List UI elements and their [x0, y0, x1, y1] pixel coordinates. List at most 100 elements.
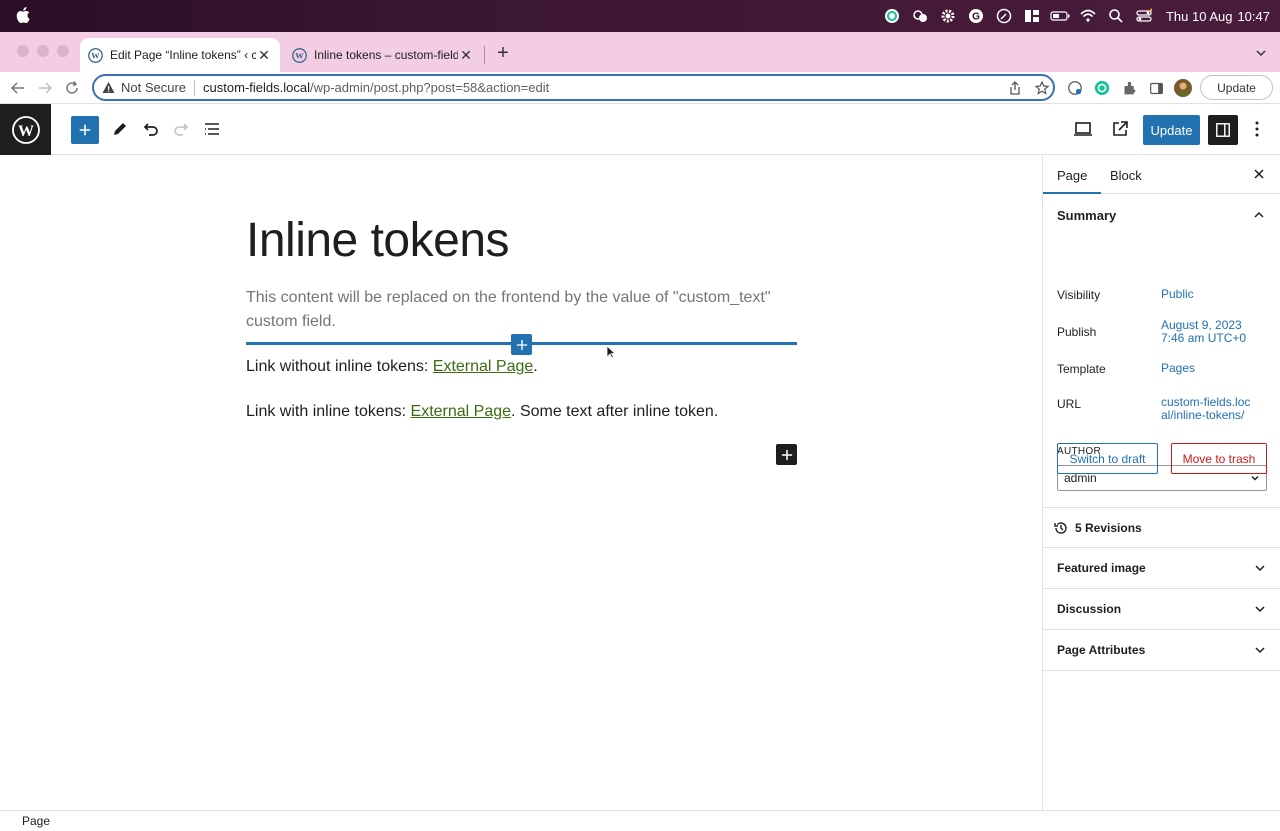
wordpress-extension-icon[interactable]: [1066, 79, 1084, 97]
profile-avatar[interactable]: [1174, 79, 1192, 97]
address-bar[interactable]: Not Secure custom-fields.local/wp-admin/…: [92, 74, 1055, 101]
post-title[interactable]: Inline tokens: [246, 213, 510, 268]
bookmark-star-icon[interactable]: [1035, 81, 1049, 95]
clock-day: Thu 10 Aug: [1165, 8, 1233, 24]
discussion-panel-header[interactable]: Discussion: [1043, 589, 1280, 630]
tab-search-chevron-down-icon[interactable]: [1254, 46, 1268, 60]
template-label: Template: [1057, 362, 1106, 376]
list-view-icon[interactable]: [200, 117, 224, 141]
tab-title: Edit Page “Inline tokens” ‹ custom-field…: [110, 48, 256, 62]
url-label: URL: [1057, 397, 1082, 411]
visibility-label: Visibility: [1057, 288, 1101, 302]
summary-title: Summary: [1057, 207, 1117, 223]
chevron-down-icon: [1255, 647, 1265, 654]
forward-arrow-icon[interactable]: [35, 78, 55, 98]
grammarly-tray-icon[interactable]: [878, 0, 906, 32]
svg-text:G: G: [972, 12, 980, 23]
block-breadcrumb: Page: [0, 810, 1280, 831]
warning-triangle-icon: [102, 82, 115, 93]
panel-title: Featured image: [1057, 561, 1146, 575]
add-block-plus-icon[interactable]: [776, 444, 797, 465]
tab-edit-page[interactable]: W Edit Page “Inline tokens” ‹ custom-fie…: [80, 38, 280, 72]
update-post-button[interactable]: Update: [1143, 115, 1200, 145]
close-sidebar-icon[interactable]: [1252, 167, 1266, 181]
grammarly-extension-icon[interactable]: [1093, 79, 1111, 97]
close-tab-icon[interactable]: ✕: [458, 47, 474, 63]
control-center-icon[interactable]: [1130, 0, 1158, 32]
url-host: custom-fields.local: [203, 80, 310, 95]
summary-panel-header[interactable]: Summary: [1043, 194, 1280, 236]
switch-to-draft-button[interactable]: Switch to draft: [1057, 443, 1158, 474]
wordpress-logo-icon[interactable]: W: [0, 104, 51, 155]
compass-tray-icon[interactable]: [990, 0, 1018, 32]
paragraph-text: Link without inline tokens:: [246, 358, 433, 375]
tab-inline-tokens-frontend[interactable]: W Inline tokens – custom-fields ✕: [284, 38, 482, 72]
apple-icon[interactable]: [16, 7, 30, 23]
external-page-link[interactable]: External Page: [411, 403, 512, 420]
redo-icon[interactable]: [169, 117, 193, 141]
wifi-icon[interactable]: [1074, 0, 1102, 32]
publish-date-link[interactable]: August 9, 2023 7:46 am UTC+0: [1161, 319, 1261, 345]
side-panel-icon[interactable]: [1147, 79, 1165, 97]
svg-text:W: W: [91, 50, 100, 60]
window-layout-tray-icon[interactable]: [1018, 0, 1046, 32]
move-to-trash-button[interactable]: Move to trash: [1171, 443, 1267, 474]
chevron-up-icon: [1254, 211, 1264, 218]
undo-icon[interactable]: [139, 117, 163, 141]
wordpress-favicon-icon: W: [292, 47, 307, 63]
browser-toolbar: Not Secure custom-fields.local/wp-admin/…: [0, 72, 1280, 104]
history-clock-icon: [1054, 521, 1067, 534]
paragraph-link-without-tokens[interactable]: Link without inline tokens: External Pag…: [246, 358, 538, 376]
page-attributes-panel-header[interactable]: Page Attributes: [1043, 630, 1280, 671]
close-tab-icon[interactable]: ✕: [256, 47, 272, 63]
paragraph-link-with-tokens[interactable]: Link with inline tokens: External Page. …: [246, 403, 718, 421]
g-app-tray-icon[interactable]: G: [962, 0, 990, 32]
back-arrow-icon[interactable]: [8, 78, 28, 98]
url-value-link[interactable]: custom-fields.local/inline-tokens/: [1161, 396, 1257, 422]
sidebar-tabs: Page Block: [1042, 155, 1280, 194]
options-more-vertical-icon[interactable]: [1245, 117, 1269, 141]
featured-image-panel-header[interactable]: Featured image: [1043, 548, 1280, 589]
visibility-value-link[interactable]: Public: [1161, 288, 1261, 301]
macos-menu-bar: G Thu 10 Aug 10:47: [0, 0, 1280, 32]
spotlight-search-icon[interactable]: [1102, 0, 1130, 32]
window-controls: [17, 45, 69, 57]
breadcrumb-page[interactable]: Page: [22, 814, 50, 828]
browser-update-button[interactable]: Update: [1200, 75, 1273, 100]
battery-icon[interactable]: [1046, 0, 1074, 32]
zoom-window-button[interactable]: [57, 45, 69, 57]
publish-label: Publish: [1057, 325, 1097, 339]
revisions-link[interactable]: 5 Revisions: [1043, 508, 1280, 548]
new-tab-plus-icon[interactable]: +: [494, 43, 512, 63]
editor-header: W Update: [0, 104, 1280, 155]
tab-block[interactable]: Block: [1110, 168, 1142, 183]
security-label[interactable]: Not Secure: [121, 80, 186, 95]
preview-desktop-icon[interactable]: [1071, 117, 1095, 141]
view-page-external-icon[interactable]: [1108, 117, 1132, 141]
omnibox-divider: [194, 79, 196, 96]
gear-tray-icon[interactable]: [934, 0, 962, 32]
editor-canvas: Inline tokens This content will be repla…: [0, 155, 1042, 810]
share-icon[interactable]: [1008, 81, 1022, 95]
paragraph-text: .: [533, 358, 538, 375]
close-window-button[interactable]: [17, 45, 29, 57]
panel-title: Page Attributes: [1057, 643, 1146, 657]
weather-clock-tray-icon[interactable]: [906, 0, 934, 32]
menu-bar-clock[interactable]: Thu 10 Aug 10:47: [1166, 9, 1270, 24]
paragraph-text: Link with inline tokens:: [246, 403, 411, 420]
template-value-link[interactable]: Pages: [1161, 362, 1261, 375]
puzzle-extensions-icon[interactable]: [1120, 79, 1138, 97]
paragraph-text: . Some text after inline token.: [511, 403, 719, 420]
mouse-cursor-icon: [606, 345, 616, 359]
minimize-window-button[interactable]: [37, 45, 49, 57]
settings-sidebar: Page Block Summary Visibility Public Pub…: [1042, 155, 1280, 810]
revisions-label: 5 Revisions: [1075, 520, 1142, 535]
custom-field-paragraph-block[interactable]: This content will be replaced on the fro…: [246, 286, 786, 334]
insert-block-between-plus-icon[interactable]: [511, 334, 532, 355]
settings-sidebar-toggle-icon[interactable]: [1208, 115, 1238, 145]
tab-page[interactable]: Page: [1042, 168, 1102, 194]
block-inserter-plus-icon[interactable]: [71, 116, 99, 144]
external-page-link[interactable]: External Page: [433, 358, 534, 375]
pencil-tools-icon[interactable]: [108, 117, 132, 141]
reload-icon[interactable]: [62, 78, 82, 98]
